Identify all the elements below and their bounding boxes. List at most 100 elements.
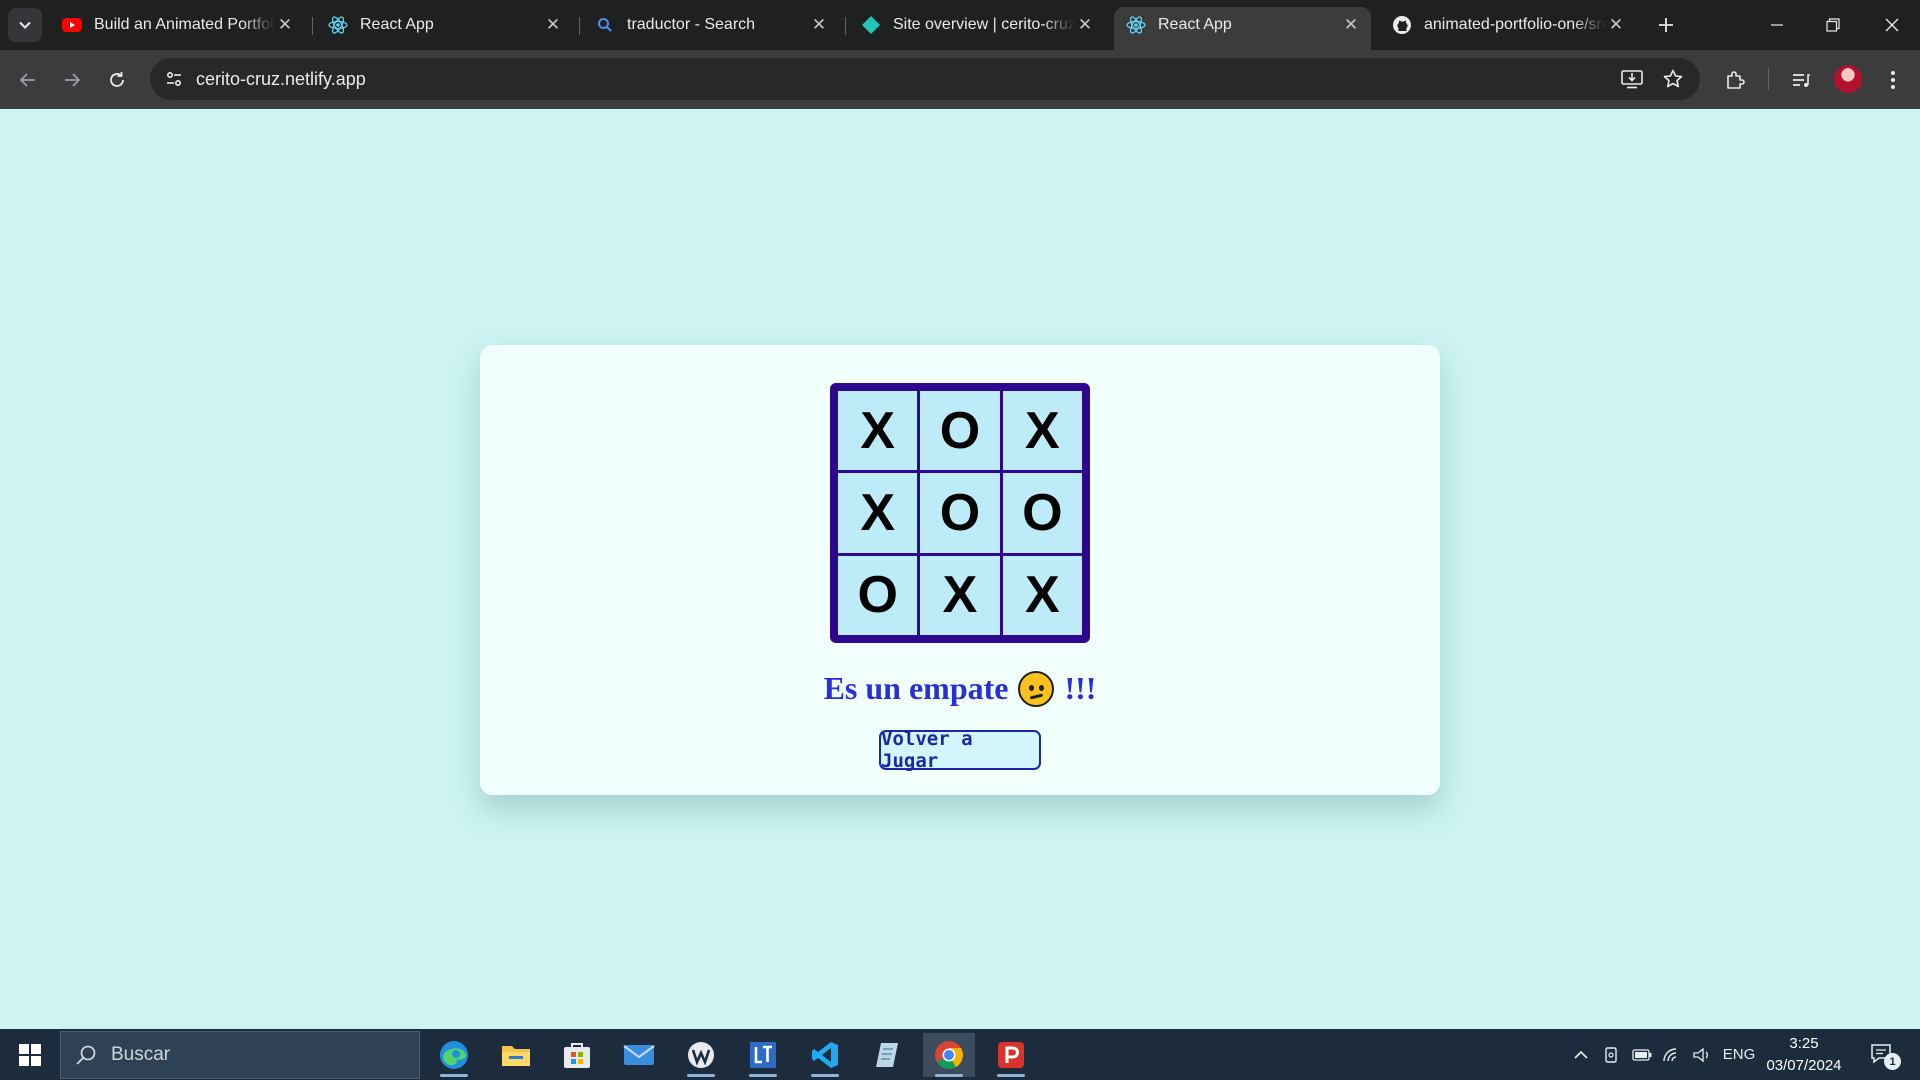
- device-icon: [1605, 1046, 1617, 1063]
- bookmark-star-icon[interactable]: [1661, 67, 1685, 91]
- clock-date: 03/07/2024: [1766, 1057, 1842, 1074]
- tab-strip: Build an Animated Portfolio ✕ React App …: [0, 0, 1920, 50]
- restore-button[interactable]: [1805, 0, 1861, 50]
- board-cell[interactable]: X: [920, 555, 1000, 635]
- board-cell[interactable]: X: [838, 473, 918, 553]
- reload-button[interactable]: [100, 63, 134, 97]
- lt-logo-icon: [750, 1042, 776, 1068]
- wolf-logo-icon: [688, 1042, 714, 1068]
- taskbar-edge[interactable]: [428, 1033, 480, 1077]
- forward-button[interactable]: [55, 63, 89, 97]
- tab-title: animated-portfolio-one/src: [1424, 16, 1606, 33]
- youtube-icon: [62, 15, 82, 35]
- taskbar-microsoft-store[interactable]: [551, 1033, 603, 1077]
- arrow-left-icon: [19, 73, 35, 87]
- tray-battery[interactable]: [1628, 1029, 1656, 1080]
- netlify-icon: [861, 15, 881, 35]
- chrome-menu-button[interactable]: [1876, 63, 1910, 97]
- tab-react-app[interactable]: React App ✕: [316, 7, 573, 43]
- close-icon: [1885, 18, 1899, 32]
- show-hidden-icons-button[interactable]: [1568, 1029, 1594, 1080]
- notification-center-button[interactable]: 1: [1864, 1029, 1901, 1080]
- back-button[interactable]: [11, 63, 45, 97]
- profile-avatar[interactable]: [1834, 65, 1862, 93]
- new-tab-button[interactable]: [1651, 10, 1681, 40]
- minimize-icon: [1771, 24, 1783, 26]
- install-app-icon[interactable]: [1620, 67, 1644, 91]
- search-placeholder: Buscar: [111, 1044, 171, 1065]
- tab-title: React App: [360, 16, 434, 33]
- tab-search-button[interactable]: [8, 8, 42, 42]
- chevron-up-icon: [1574, 1050, 1588, 1059]
- tab-react-app-active[interactable]: React App ✕: [1114, 7, 1371, 50]
- taskbar-file-explorer[interactable]: [490, 1033, 542, 1077]
- minimize-button[interactable]: [1749, 0, 1805, 50]
- taskbar-wolfram[interactable]: [675, 1033, 727, 1077]
- address-bar[interactable]: cerito-cruz.netlify.app: [150, 58, 1700, 100]
- media-controls-button[interactable]: [1784, 63, 1818, 97]
- mail-icon: [623, 1045, 655, 1065]
- taskbar-vscode[interactable]: [799, 1033, 851, 1077]
- board-cell[interactable]: O: [838, 555, 918, 635]
- status-text: Es un empate: [823, 670, 1009, 706]
- close-tab-icon[interactable]: ✕: [1075, 15, 1095, 35]
- close-tab-icon[interactable]: ✕: [275, 15, 295, 35]
- edge-icon: [440, 1041, 468, 1069]
- game-card: X O X X O O O X X Es un empate !!! Volve…: [480, 345, 1440, 795]
- confused-face-icon: [1018, 670, 1055, 707]
- puzzle-icon: [1727, 71, 1745, 89]
- close-tab-icon[interactable]: ✕: [1606, 15, 1626, 35]
- search-icon: [595, 15, 615, 35]
- taskbar-lt-app[interactable]: [737, 1033, 789, 1077]
- tab-separator: [312, 17, 313, 35]
- taskbar-chrome[interactable]: [923, 1033, 975, 1077]
- browser-toolbar: cerito-cruz.netlify.app: [0, 50, 1920, 109]
- board-cell[interactable]: X: [1002, 391, 1082, 471]
- tab-translator-search[interactable]: traductor - Search ✕: [583, 7, 839, 43]
- tray-network[interactable]: [1658, 1029, 1686, 1080]
- start-button[interactable]: [12, 1041, 48, 1069]
- windows-logo-icon: [19, 1044, 41, 1066]
- play-again-button[interactable]: Volver a Jugar: [879, 728, 1041, 772]
- extensions-button[interactable]: [1718, 63, 1752, 97]
- toolbar-divider: [1768, 68, 1769, 90]
- board-cell[interactable]: X: [838, 391, 918, 471]
- chrome-icon: [935, 1041, 963, 1069]
- tic-tac-toe-board: X O X X O O O X X: [830, 383, 1090, 643]
- folder-icon: [502, 1046, 530, 1066]
- tab-youtube[interactable]: Build an Animated Portfolio ✕: [50, 7, 305, 43]
- taskbar-notes-app[interactable]: [861, 1033, 913, 1077]
- taskbar-search-box[interactable]: Buscar: [60, 1031, 420, 1079]
- arrow-right-icon: [65, 73, 81, 87]
- search-icon: [61, 1044, 111, 1066]
- url-text[interactable]: cerito-cruz.netlify.app: [196, 69, 366, 90]
- tray-volume[interactable]: [1688, 1029, 1716, 1080]
- chevron-down-icon: [19, 21, 31, 29]
- close-window-button[interactable]: [1864, 0, 1920, 50]
- close-tab-icon[interactable]: ✕: [1341, 15, 1361, 35]
- game-status-message: Es un empate !!!: [480, 670, 1440, 707]
- board-cell[interactable]: X: [1002, 555, 1082, 635]
- board-cell[interactable]: O: [920, 473, 1000, 553]
- close-tab-icon[interactable]: ✕: [543, 15, 563, 35]
- site-settings-icon[interactable]: [160, 65, 188, 93]
- tray-meet-now[interactable]: [1598, 1029, 1624, 1080]
- battery-icon: [1632, 1048, 1652, 1061]
- windows-taskbar: Buscar ENG 3:25 03/07/2024 1: [0, 1029, 1920, 1080]
- more-vertical-icon: [1891, 71, 1895, 89]
- taskbar-p-app[interactable]: [985, 1033, 1037, 1077]
- taskbar-clock[interactable]: 3:25 03/07/2024: [1758, 1033, 1850, 1077]
- vscode-icon: [812, 1042, 838, 1068]
- store-icon: [564, 1043, 590, 1068]
- tab-netlify-site-overview[interactable]: Site overview | cerito-cruz | ✕: [849, 7, 1105, 43]
- close-tab-icon[interactable]: ✕: [809, 15, 829, 35]
- tray-language[interactable]: ENG: [1720, 1029, 1758, 1080]
- github-icon: [1392, 15, 1412, 35]
- board-cell[interactable]: O: [920, 391, 1000, 471]
- taskbar-mail[interactable]: [613, 1033, 665, 1077]
- tab-github[interactable]: animated-portfolio-one/src ✕: [1380, 7, 1636, 43]
- wifi-icon: [1663, 1047, 1677, 1061]
- tab-title: Site overview | cerito-cruz |: [893, 16, 1075, 33]
- board-cell[interactable]: O: [1002, 473, 1082, 553]
- speaker-icon: [1693, 1047, 1708, 1062]
